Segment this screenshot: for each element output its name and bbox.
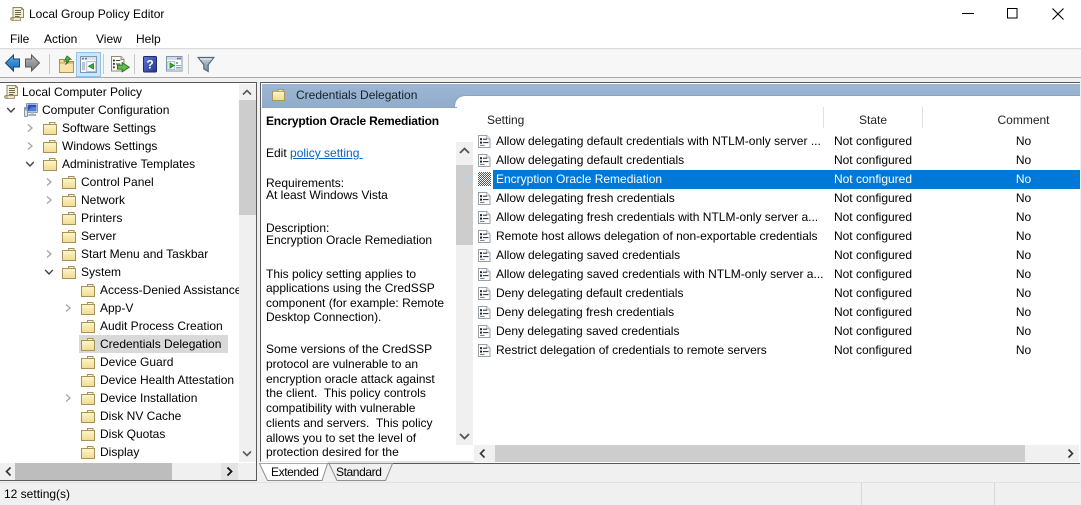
svg-text:?: ?: [146, 58, 153, 72]
